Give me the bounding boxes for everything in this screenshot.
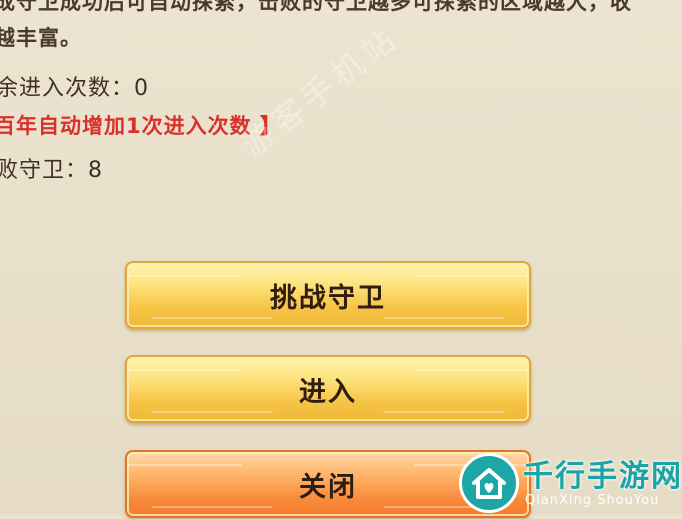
button-ornament-left xyxy=(127,464,273,508)
button-ornament-right xyxy=(383,275,529,319)
close-label: 关闭 xyxy=(299,471,357,503)
challenge-guard-label: 挑战守卫 xyxy=(270,282,386,314)
dialog-panel: 成守卫成功后可自动探索，击败的守卫越多可探索的区域越大，收 越丰富。 余进入次数… xyxy=(0,0,682,518)
button-ornament-left xyxy=(127,275,273,319)
house-heart-icon xyxy=(459,453,519,513)
defeated-guards-value: 8 xyxy=(88,158,104,183)
challenge-guard-button[interactable]: 挑战守卫 xyxy=(125,261,531,329)
remaining-entries-label: 余进入次数： xyxy=(0,76,135,101)
logo-subtitle: QianXing ShouYou xyxy=(525,493,660,508)
site-logo: 千行手游网 QianXing ShouYou xyxy=(459,449,682,519)
watermark-text: 游客手机站 xyxy=(233,17,407,165)
remaining-entries: 余进入次数：0 xyxy=(0,70,149,102)
defeated-guards: 败守卫：8 xyxy=(0,152,103,184)
remaining-entries-value: 0 xyxy=(134,76,150,101)
description-line-2: 越丰富。 xyxy=(0,26,82,50)
description-line-1: 成守卫成功后可自动探索，击败的守卫越多可探索的区域越大，收 xyxy=(0,0,632,14)
enter-button[interactable]: 进入 xyxy=(125,355,531,423)
button-ornament-right xyxy=(383,369,529,413)
defeated-guards-label: 败守卫： xyxy=(0,158,89,183)
button-ornament-left xyxy=(127,369,273,413)
enter-label: 进入 xyxy=(299,376,357,408)
logo-title: 千行手游网 xyxy=(523,459,682,494)
